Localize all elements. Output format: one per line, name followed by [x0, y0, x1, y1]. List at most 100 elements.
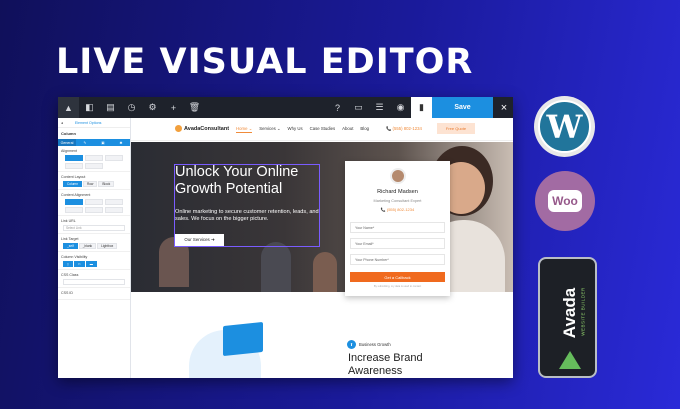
link-target-label: Link Target — [61, 237, 79, 241]
site-logo[interactable]: AvadaConsultant — [175, 125, 229, 132]
visual-editor-window: ▲ ◧ ▤ ◷ ⚙ + 🗑 ? ▭ ☰ ◉ ▮ ▯ Save × ◂ Eleme… — [58, 97, 513, 378]
visibility-tablet-option[interactable]: ▭ — [73, 261, 85, 267]
history-icon[interactable]: ◷ — [121, 97, 142, 118]
hero-section: Unlock Your Online Growth Potential Onli… — [131, 142, 513, 292]
content-align-option[interactable] — [85, 207, 103, 213]
menu-item-home[interactable]: Home ⌄ — [236, 126, 253, 133]
column-visibility-label: Column Visibility — [61, 255, 88, 259]
menu-item-why-us[interactable]: Why Us — [288, 126, 303, 133]
consultant-phone[interactable]: 📞 (555) 802-1234 — [345, 207, 450, 212]
main-headline: LIVE VISUAL EDITOR — [56, 42, 474, 82]
our-services-button[interactable]: Our Services ➜ — [175, 234, 224, 246]
css-id-section: CSS ID — [58, 288, 130, 300]
background-photo — [313, 252, 337, 292]
element-options-panel: ◂ Element Options Column General ✎ ▣ ✱ A… — [58, 118, 131, 378]
menu-item-blog[interactable]: Blog — [360, 126, 369, 133]
consultant-name: Richard Madsen — [377, 189, 418, 195]
illustration-screen — [223, 321, 263, 357]
panel-header: ◂ Element Options — [58, 118, 130, 128]
visibility-desktop-option[interactable]: ▬ — [85, 261, 97, 267]
layout-row-option[interactable]: Row — [82, 181, 98, 187]
target-lightbox-option[interactable]: Lightbox — [97, 243, 118, 249]
desktop-preview-icon[interactable]: ▭ — [348, 97, 369, 118]
align-option[interactable] — [65, 163, 83, 169]
content-align-option[interactable] — [105, 199, 123, 205]
wordpress-logo: W — [534, 96, 595, 157]
layers-icon[interactable]: ☰ — [369, 97, 390, 118]
get-callback-button[interactable]: Get a Callback — [350, 272, 445, 282]
align-option[interactable] — [65, 155, 83, 161]
css-class-label: CSS Class — [61, 273, 79, 277]
css-class-input[interactable] — [63, 279, 125, 285]
sidebar-toggle-icon[interactable]: ◧ — [79, 97, 100, 118]
column-visibility-section: Column Visibility ▯ ▭ ▬ — [58, 252, 130, 270]
align-option[interactable] — [105, 155, 123, 161]
section-heading: Increase Brand Awareness — [348, 352, 423, 377]
phone-field[interactable]: Your Phone Number* — [350, 254, 445, 265]
site-header: AvadaConsultant Home ⌄ Services ⌄ Why Us… — [131, 118, 513, 141]
css-class-section: CSS Class — [58, 270, 130, 288]
hero-title: Unlock Your Online Growth Potential — [175, 164, 299, 197]
link-url-label: Link URL — [61, 219, 76, 223]
hero-subtitle: Online marketing to secure customer rete… — [175, 209, 319, 222]
align-option[interactable] — [85, 163, 103, 169]
link-target-section: Link Target _self _blank Lightbox — [58, 234, 130, 252]
alignment-label: Alignment — [61, 149, 77, 153]
brand-name: AvadaConsultant — [184, 125, 230, 132]
form-disclaimer: By submitting, my data is used to contac… — [373, 285, 422, 288]
menu-item-case-studies[interactable]: Case Studies — [310, 126, 336, 133]
content-align-option[interactable] — [105, 207, 123, 213]
page-canvas: AvadaConsultant Home ⌄ Services ⌄ Why Us… — [131, 118, 513, 378]
add-icon[interactable]: + — [163, 97, 184, 118]
content-align-option[interactable] — [65, 207, 83, 213]
target-self-option[interactable]: _self — [63, 243, 78, 249]
woocommerce-icon: Woo — [548, 190, 582, 212]
menu-item-services[interactable]: Services ⌄ — [259, 126, 280, 133]
panel-header-label: Element Options — [74, 120, 102, 125]
tab-design[interactable]: ✎ — [76, 139, 94, 146]
visibility-mobile-option[interactable]: ▯ — [63, 261, 73, 267]
tab-background[interactable]: ▣ — [94, 139, 112, 146]
menu-item-about[interactable]: About — [342, 126, 353, 133]
panel-tabs: General ✎ ▣ ✱ — [58, 139, 130, 146]
brand-mark-icon — [175, 125, 182, 132]
layout-block-option[interactable]: Block — [98, 181, 115, 187]
avada-logo-icon[interactable]: ▲ — [58, 97, 79, 118]
header-phone[interactable]: 📞 (555) 802-1234 — [386, 126, 422, 132]
tab-general[interactable]: General — [58, 139, 76, 146]
free-quote-button[interactable]: Free Quote — [437, 123, 475, 134]
help-icon[interactable]: ? — [327, 97, 348, 118]
section-label: Business Growth — [359, 342, 391, 347]
name-field[interactable]: Your Name* — [350, 222, 445, 233]
settings-icon[interactable]: ⚙ — [142, 97, 163, 118]
avada-builder-logo: Avada WEBSITE BUILDER — [538, 257, 597, 378]
woocommerce-logo: Woo — [535, 171, 595, 231]
avada-wordmark: Avada — [560, 287, 579, 339]
link-url-section: Link URL Select Link — [58, 216, 130, 234]
avada-mark-icon — [559, 351, 581, 369]
trash-icon[interactable]: 🗑 — [184, 97, 205, 118]
target-blank-option[interactable]: _blank — [78, 243, 97, 249]
consultant-avatar — [390, 168, 406, 184]
layout-column-option[interactable]: Column — [63, 181, 82, 187]
avada-subtitle: WEBSITE BUILDER — [580, 287, 586, 336]
alignment-section: Alignment — [58, 146, 130, 172]
email-field[interactable]: Your Email* — [350, 238, 445, 249]
link-url-input[interactable]: Select Link — [63, 225, 125, 231]
growth-icon: ⬆ — [347, 340, 356, 349]
page-icon[interactable]: ▮ — [411, 97, 432, 118]
library-icon[interactable]: ▤ — [100, 97, 121, 118]
callback-card: Richard Madsen Marketing Consultant Expe… — [345, 161, 450, 296]
content-align-option[interactable] — [65, 199, 83, 205]
tab-extras[interactable]: ✱ — [112, 139, 130, 146]
content-align-option[interactable] — [85, 199, 103, 205]
background-photo — [261, 242, 291, 292]
save-button[interactable]: Save — [432, 97, 493, 118]
content-layout-label: Content Layout — [61, 175, 86, 179]
site-menu: Home ⌄ Services ⌄ Why Us Case Studies Ab… — [236, 126, 369, 133]
back-icon[interactable]: ◂ — [61, 121, 63, 125]
close-icon[interactable]: × — [495, 97, 513, 118]
align-option[interactable] — [85, 155, 103, 161]
editor-toolbar: ▲ ◧ ▤ ◷ ⚙ + 🗑 ? ▭ ☰ ◉ ▮ ▯ Save × — [58, 97, 513, 118]
eye-icon[interactable]: ◉ — [390, 97, 411, 118]
